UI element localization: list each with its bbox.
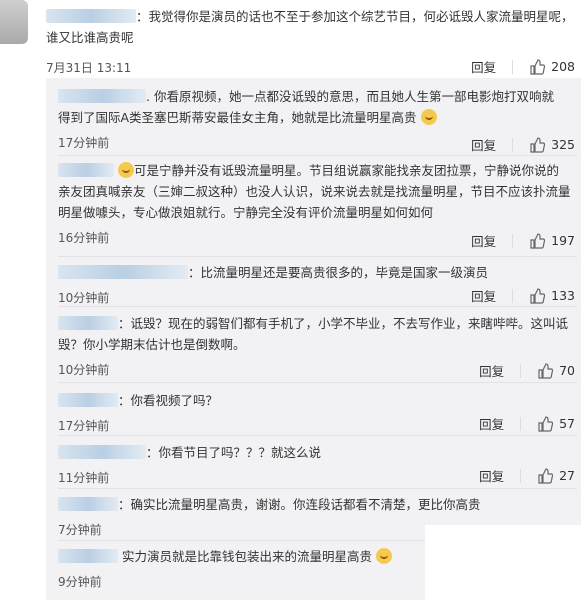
like-count: 57 [559,416,575,431]
reply-button[interactable]: 回复 [471,57,496,76]
reply-button[interactable]: 回复 [479,361,504,380]
like-count: 27 [559,468,575,483]
reply-actions: 回复 133 [471,286,575,305]
reply-button[interactable]: 回复 [471,286,496,305]
comment-text-line2: 谁又比谁高贵呢 [46,30,134,45]
username-blurred[interactable] [58,445,146,459]
thumbs-up-icon [530,232,546,249]
thumbs-up-icon [538,467,554,484]
like-count: 197 [551,233,575,248]
thumbs-up-icon [530,287,546,304]
username-blurred[interactable] [58,549,118,563]
like-button[interactable]: 133 [529,287,575,304]
thumbs-up-icon [538,415,554,432]
like-count: 325 [551,137,575,152]
divider [58,382,577,383]
username-blurred[interactable] [58,89,146,103]
divider [58,306,577,307]
like-count: 133 [551,288,575,303]
username-blurred[interactable] [58,497,118,511]
like-button[interactable]: 27 [537,467,575,484]
reply-actions: 回复 325 [471,135,575,154]
username-blurred[interactable] [58,265,188,279]
reply-button[interactable]: 回复 [479,414,504,433]
reply-button[interactable]: 回复 [471,231,496,250]
divider [58,435,577,436]
like-button[interactable]: 70 [537,362,575,379]
username-blurred[interactable] [58,163,114,177]
like-button[interactable]: 325 [529,136,575,153]
reply-actions: 回复 70 [479,361,575,380]
emoji-icon [420,109,437,125]
main-comment-actions: 回复 208 [471,57,575,76]
username-blurred[interactable] [46,9,136,23]
thumbs-up-icon [538,362,554,379]
username-blurred[interactable] [58,393,118,407]
reply-actions: 回复 27 [479,466,575,485]
reply-button[interactable]: 回复 [471,135,496,154]
reply-button[interactable]: 回复 [479,466,504,485]
avatar[interactable] [0,0,28,44]
comment-text-line1: ：我觉得你是演员的话也不至于参加这个综艺节目，何必诋毁人家流量明星呢， [136,9,574,24]
thumbs-up-icon [530,58,546,75]
divider [58,256,577,257]
reply-actions: 回复 57 [479,414,575,433]
like-button[interactable]: 208 [529,58,575,75]
username-blurred[interactable] [58,316,118,330]
reply-actions: 回复 197 [471,231,575,250]
emoji-icon [117,162,134,178]
divider [512,59,514,74]
like-button[interactable]: 57 [537,415,575,432]
divider [58,155,577,156]
emoji-icon [375,548,392,564]
overlay-blank-area [425,525,587,600]
like-button[interactable]: 197 [529,232,575,249]
divider [58,488,577,489]
thumbs-up-icon [530,136,546,153]
like-count: 208 [551,59,575,74]
like-count: 70 [559,363,575,378]
